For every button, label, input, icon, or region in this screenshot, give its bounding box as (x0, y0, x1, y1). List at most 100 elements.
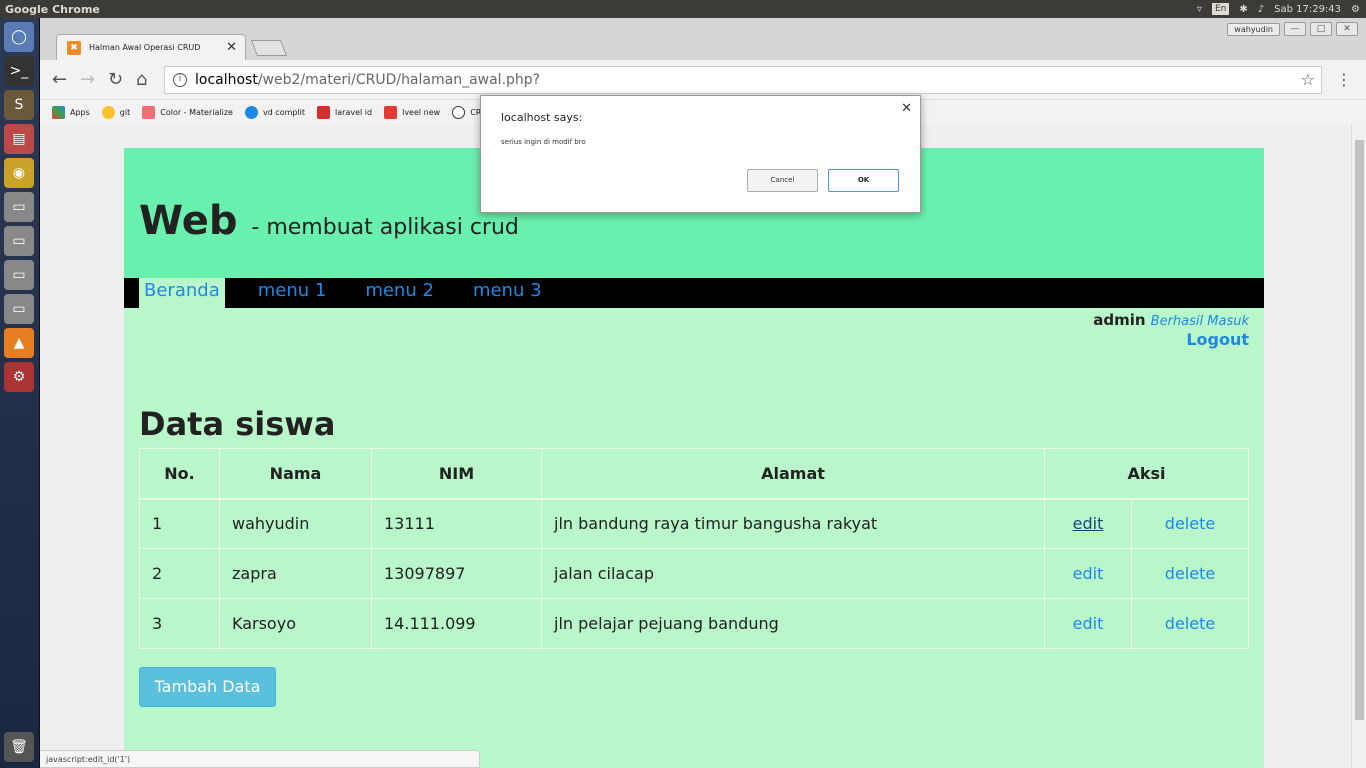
bookmark-vd-complit[interactable]: vd complit (244, 105, 305, 119)
sound-icon[interactable]: ♪ (1258, 4, 1264, 15)
github-icon (452, 105, 466, 119)
tab-active[interactable]: ✖ Halman Awal Operasi CRUD ✕ (56, 34, 246, 60)
tab-title: Halman Awal Operasi CRUD (89, 43, 201, 52)
cell-no: 1 (139, 498, 220, 549)
bookmark-apps[interactable]: Apps (52, 105, 90, 119)
col-header-alamat: Alamat (541, 448, 1045, 500)
site-brand: Web (139, 198, 238, 244)
table-row: 3 Karsoyo 14.111.099 jln pelajar pejuang… (139, 598, 1249, 649)
cell-nim: 14.111.099 (371, 598, 542, 649)
drive-icon[interactable]: ▭ (4, 192, 34, 222)
bookmark-lveel-new[interactable]: lveel new (384, 105, 440, 119)
bookmark-materialize[interactable]: Color - Materialize (142, 105, 233, 119)
site-tagline: - membuat aplikasi crud (251, 215, 519, 240)
tab-close-icon[interactable]: ✕ (226, 40, 237, 55)
drive-icon[interactable]: ▭ (4, 260, 34, 290)
lightbulb-icon (101, 105, 115, 119)
new-tab-button[interactable] (251, 40, 287, 56)
cell-edit: edit (1044, 598, 1132, 649)
file-manager-icon[interactable]: ▤ (4, 124, 34, 154)
cell-no: 2 (139, 548, 220, 599)
delete-link[interactable]: delete (1165, 564, 1215, 583)
edit-link[interactable]: edit (1073, 514, 1104, 533)
terminal-icon[interactable]: >_ (4, 56, 34, 86)
dash-home-icon[interactable]: ◯ (4, 22, 34, 52)
col-header-nim: NIM (371, 448, 542, 500)
dialog-title: localhost says: (501, 111, 583, 124)
bookmark-laravel-id[interactable]: laravel id (317, 105, 372, 119)
cell-delete: delete (1131, 598, 1249, 649)
cell-delete: delete (1131, 498, 1249, 549)
forward-arrow-icon[interactable]: → (80, 69, 95, 90)
delete-link[interactable]: delete (1165, 514, 1215, 533)
bookmark-cr[interactable]: CR (452, 105, 481, 119)
dialog-cancel-button[interactable]: Cancel (747, 169, 818, 192)
cell-nama: wahyudin (219, 498, 372, 549)
cell-edit: edit (1044, 498, 1132, 549)
cell-nim: 13111 (371, 498, 542, 549)
trash-icon[interactable]: 🗑 (4, 732, 34, 762)
system-settings-icon[interactable]: ⚙ (4, 362, 34, 392)
profile-button[interactable]: wahyudin (1227, 22, 1280, 36)
reload-icon[interactable]: ↻ (108, 69, 123, 90)
confirm-dialog: localhost says: ✕ serius ingin di modif … (480, 95, 921, 213)
page-container: Web - membuat aplikasi crud Beranda menu… (124, 148, 1264, 768)
nav-menu-3[interactable]: menu 3 (468, 278, 562, 308)
back-arrow-icon[interactable]: ← (52, 69, 67, 90)
cell-nama: Karsoyo (219, 598, 372, 649)
bookmark-git[interactable]: git (101, 105, 130, 119)
bookmark-star-icon[interactable]: ☆ (1301, 70, 1315, 89)
drive-icon[interactable]: ▭ (4, 294, 34, 324)
nav-beranda[interactable]: Beranda (139, 278, 225, 308)
apps-grid-icon (52, 105, 65, 119)
close-icon[interactable]: ✕ (1336, 22, 1358, 36)
col-header-no: No. (139, 448, 220, 500)
table-header-row: No. Nama NIM Alamat Aksi (139, 448, 1249, 500)
add-data-button[interactable]: Tambah Data (139, 667, 276, 707)
scrollbar-thumb[interactable] (1355, 140, 1364, 720)
page-viewport: Web - membuat aplikasi crud Beranda menu… (40, 124, 1366, 768)
cell-nama: zapra (219, 548, 372, 599)
vlc-icon[interactable]: ▲ (4, 328, 34, 358)
vertical-scrollbar[interactable] (1351, 124, 1366, 768)
drive-icon[interactable]: ▭ (4, 226, 34, 256)
user-panel: admin Berhasil Masuk Logout (124, 310, 1264, 349)
laravel-icon (317, 105, 331, 119)
address-bar[interactable]: i localhost/web2/materi/CRUD/halaman_awa… (164, 66, 1322, 94)
bluetooth-icon[interactable]: ✱ (1239, 4, 1247, 15)
dialog-ok-button[interactable]: OK (828, 169, 899, 192)
cell-alamat: jln pelajar pejuang bandung (541, 598, 1045, 649)
minimize-icon[interactable]: — (1284, 22, 1306, 36)
delete-link[interactable]: delete (1165, 614, 1215, 633)
username: admin (1093, 311, 1146, 329)
tab-strip: ✖ Halman Awal Operasi CRUD ✕ wahyudin — … (40, 18, 1366, 60)
login-status: Berhasil Masuk (1150, 314, 1249, 329)
section-title: Data siswa (139, 405, 336, 443)
system-tray: ▿ En ✱ ♪ Sab 17:29:43 ⚙ (1197, 0, 1360, 18)
home-icon[interactable]: ⌂ (136, 69, 147, 90)
edit-link[interactable]: edit (1073, 564, 1104, 583)
info-icon (244, 105, 258, 119)
keyboard-language-indicator[interactable]: En (1211, 3, 1230, 15)
active-app-title: Google Chrome (5, 2, 100, 16)
nav-menu-1[interactable]: menu 1 (253, 278, 347, 308)
url-path: /web2/materi/CRUD/halaman_awal.php? (257, 72, 541, 88)
materialize-icon (142, 105, 156, 119)
logout-link[interactable]: Logout (124, 330, 1249, 349)
browser-menu-icon[interactable]: ⋮ (1336, 70, 1352, 89)
window-controls: wahyudin — □ ✕ (1227, 22, 1358, 36)
site-info-icon[interactable]: i (173, 73, 187, 87)
sublime-text-icon[interactable]: S (4, 90, 34, 120)
maximize-icon[interactable]: □ (1310, 22, 1332, 36)
cell-alamat: jln bandung raya timur bangusha rakyat (541, 498, 1045, 549)
settings-gear-icon[interactable]: ⚙ (1351, 4, 1360, 15)
chrome-icon[interactable]: ◉ (4, 158, 34, 188)
clock[interactable]: Sab 17:29:43 (1274, 4, 1341, 15)
nav-menu-2[interactable]: menu 2 (360, 278, 454, 308)
status-bubble: javascript:edit_id('1') (40, 750, 480, 768)
network-icon[interactable]: ▿ (1197, 4, 1202, 15)
dialog-close-icon[interactable]: ✕ (901, 101, 912, 116)
browser-toolbar: ← → ↻ ⌂ i localhost/web2/materi/CRUD/hal… (40, 60, 1366, 100)
url-host: localhost (195, 72, 258, 88)
edit-link[interactable]: edit (1073, 614, 1104, 633)
